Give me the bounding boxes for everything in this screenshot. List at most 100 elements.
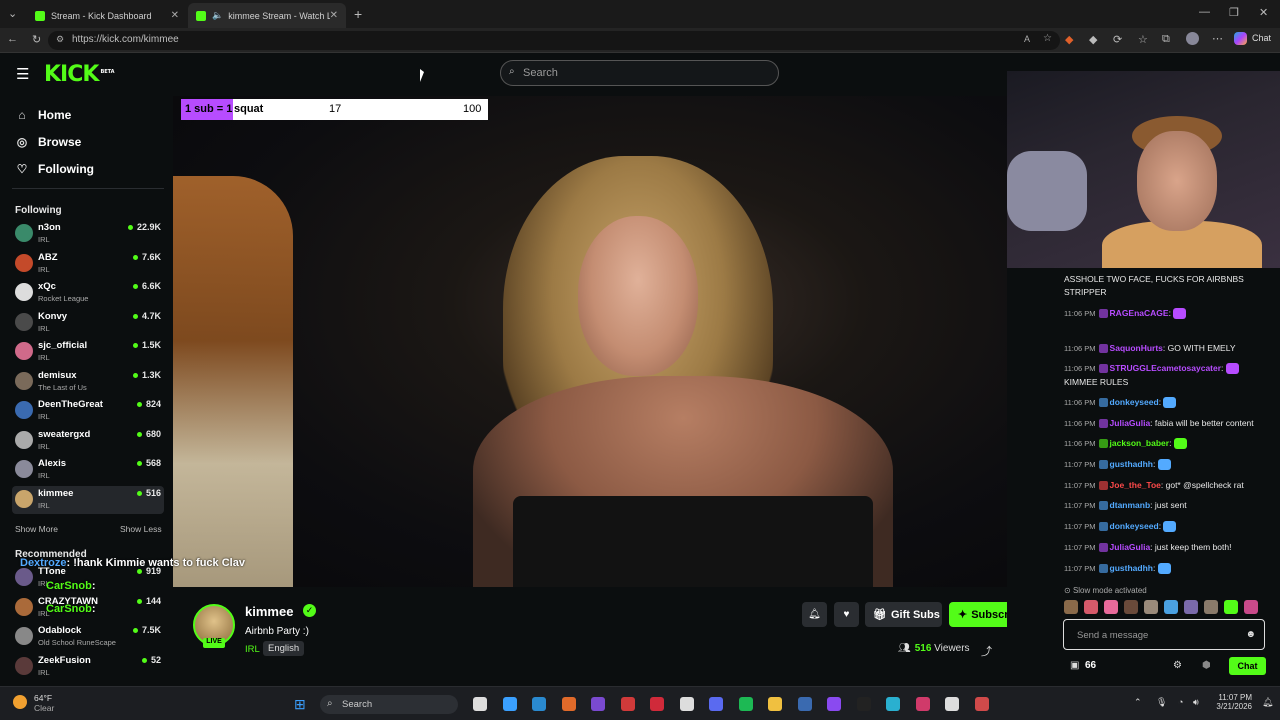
chat-username[interactable]: JuliaGulia <box>1110 418 1151 428</box>
windows-start-icon[interactable]: ⊞ <box>294 696 306 713</box>
tab-kimmee-stream[interactable]: 🔈 kimmee Stream - Watch Live ✕ <box>188 3 346 28</box>
sidebar-channel-odablock[interactable]: Odablock Old School RuneScape 7.5K <box>12 623 164 651</box>
fx-icon[interactable] <box>915 697 930 711</box>
send-chat-button[interactable]: Chat <box>1229 657 1266 675</box>
kicks-icon[interactable]: ▣ <box>1070 660 1079 671</box>
extension-icon[interactable]: ◆ <box>1089 33 1097 46</box>
system-clock[interactable]: 11:07 PM 3/21/2026 <box>1204 693 1252 711</box>
streamer-name[interactable]: kimmee <box>245 604 293 619</box>
emote-icon[interactable] <box>1144 600 1158 614</box>
chat-message-input[interactable]: Send a message ☻ <box>1063 619 1265 650</box>
close-window-icon[interactable]: ✕ <box>1259 6 1268 19</box>
url-field[interactable]: ⚙ https://kick.com/kimmee A ☆ <box>48 31 1060 50</box>
network-icon[interactable]: ◔ <box>1178 697 1183 707</box>
profile-avatar-icon[interactable] <box>1186 32 1199 45</box>
sidebar-channel-sjc_official[interactable]: sjc_official IRL 1.5K <box>12 338 164 366</box>
emote-icon[interactable] <box>1184 600 1198 614</box>
chat-copilot-button[interactable]: Chat <box>1252 33 1271 43</box>
folder-icon[interactable] <box>768 697 782 711</box>
emote-icon[interactable] <box>1064 600 1078 614</box>
discord-icon[interactable] <box>679 697 694 711</box>
edge-icon[interactable] <box>502 697 517 711</box>
share-icon[interactable]: ⤴ <box>981 643 992 659</box>
chat-username[interactable]: JuliaGulia <box>1110 542 1151 552</box>
minimize-icon[interactable]: — <box>1199 6 1210 18</box>
show-more-button[interactable]: Show More <box>15 524 58 534</box>
tray-chevron-icon[interactable]: ⌃ <box>1134 697 1142 708</box>
weather-icon[interactable] <box>13 695 27 709</box>
chat-username[interactable]: jackson_baber <box>1110 438 1170 448</box>
discord-icon[interactable] <box>709 697 723 711</box>
more-menu-icon[interactable]: ⋯ <box>1212 32 1223 45</box>
stream-category[interactable]: IRL <box>245 644 260 655</box>
chat-username[interactable]: gusthadhh <box>1110 563 1153 573</box>
favorite-star-icon[interactable]: ☆ <box>1043 33 1052 44</box>
emote-icon[interactable] <box>1104 600 1118 614</box>
read-aloud-icon[interactable]: A <box>1024 34 1030 44</box>
search-input[interactable]: ⌕ Search <box>500 60 779 86</box>
chat-username[interactable]: dtanmanb <box>1110 500 1151 510</box>
favorites-icon[interactable]: ☆ <box>1138 33 1148 46</box>
app-icon[interactable] <box>945 697 959 711</box>
hamburger-menu-icon[interactable]: ☰ <box>16 65 29 83</box>
file-explorer-icon[interactable] <box>473 697 487 711</box>
sidebar-channel-konvy[interactable]: Konvy IRL 4.7K <box>12 309 164 337</box>
sidebar-channel-xqc[interactable]: xQc Rocket League 6.6K <box>12 279 164 307</box>
back-icon[interactable]: ← <box>7 33 18 45</box>
chrome-icon[interactable] <box>532 697 546 711</box>
emote-icon[interactable] <box>1084 600 1098 614</box>
taskbar-search[interactable]: ⌕ Search <box>320 695 458 714</box>
app-icon[interactable] <box>620 697 635 711</box>
chat-username[interactable]: SaquonHurts <box>1110 343 1163 353</box>
sidebar-channel-deenthegreat[interactable]: DeenTheGreat IRL 824 <box>12 397 164 425</box>
emote-icon[interactable] <box>1244 600 1258 614</box>
nav-following[interactable]: ♡ Following <box>15 162 94 176</box>
video-player[interactable]: 1 sub = 1 squat 17 100 <box>173 96 1007 587</box>
nav-browse[interactable]: ◎ Browse <box>15 135 82 149</box>
close-tab-icon[interactable]: ✕ <box>330 10 338 21</box>
notification-bell-icon[interactable]: 🔔︎ <box>1262 697 1273 708</box>
sidebar-channel-kimmee[interactable]: kimmee IRL 516 <box>12 485 164 514</box>
copilot-icon[interactable] <box>1234 32 1247 45</box>
emote-icon[interactable] <box>1164 600 1178 614</box>
show-less-button[interactable]: Show Less <box>120 524 162 534</box>
sidebar-channel-abz[interactable]: ABZ IRL 7.6K <box>12 250 164 278</box>
steam-icon[interactable] <box>797 697 812 711</box>
extension-brave-icon[interactable]: ◆ <box>1065 33 1073 46</box>
emote-icon[interactable] <box>1204 600 1218 614</box>
emoji-picker-icon[interactable]: ☻ <box>1245 629 1256 640</box>
stream-language-tag[interactable]: English <box>263 641 305 656</box>
tab-list-icon[interactable]: ⌄ <box>8 7 17 20</box>
sidebar-channel-demisux[interactable]: demisux The Last of Us 1.3K <box>12 368 164 396</box>
chat-username[interactable]: STRUGGLEcametosaycater <box>1110 363 1222 373</box>
collections-icon[interactable]: ⧉ <box>1162 33 1170 46</box>
sidebar-channel-n3on[interactable]: n3on IRL 22.9K <box>12 220 164 248</box>
obs-icon[interactable] <box>591 697 605 711</box>
sidebar-channel-zeekfusion[interactable]: ZeekFusion IRL 52 <box>12 653 164 681</box>
gift-subs-button[interactable]: 🎁︎ Gift Subs <box>865 602 942 627</box>
app-icon[interactable] <box>886 697 900 711</box>
microphone-icon[interactable]: 🎙︎ <box>1156 697 1167 708</box>
chat-username[interactable]: Joe_the_Toe <box>1110 480 1161 490</box>
chat-emote-icon[interactable]: ⬢ <box>1202 660 1211 671</box>
site-info-icon[interactable]: ⚙ <box>56 34 64 45</box>
refresh-icon[interactable]: ↻ <box>32 33 41 46</box>
itunes-icon[interactable] <box>650 697 664 711</box>
close-tab-icon[interactable]: ✕ <box>171 10 179 21</box>
sidebar-channel-alexis[interactable]: Alexis IRL 568 <box>12 456 164 484</box>
app-icon[interactable] <box>856 697 871 711</box>
sync-icon[interactable]: ⟳ <box>1113 33 1122 46</box>
maximize-icon[interactable]: ❐ <box>1229 6 1239 19</box>
emote-icon[interactable] <box>1124 600 1138 614</box>
chat-username[interactable]: donkeyseed <box>1110 397 1159 407</box>
new-tab-icon[interactable]: + <box>354 6 362 22</box>
chat-username[interactable]: donkeyseed <box>1110 521 1159 531</box>
maps-icon[interactable] <box>974 697 989 711</box>
chat-username[interactable]: gusthadhh <box>1110 459 1153 469</box>
kick-logo[interactable]: KICK BETA <box>44 62 115 87</box>
volume-icon[interactable]: 🔊︎ <box>1193 697 1199 708</box>
tab-kick-dashboard[interactable]: Stream - Kick Dashboard ✕ <box>27 3 187 28</box>
chat-username[interactable]: RAGEnaCAGE <box>1110 308 1169 318</box>
notification-bell-button[interactable]: 🔔︎ <box>802 602 827 627</box>
spotify-icon[interactable] <box>738 697 753 711</box>
